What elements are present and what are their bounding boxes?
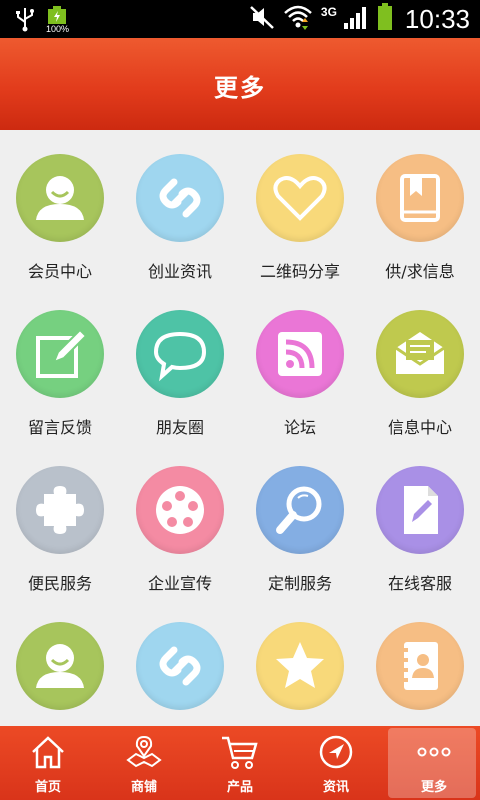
grid-item-convenience[interactable]: 便民服务 [0,442,120,598]
clock: 10:33 [404,3,470,34]
grid-item-forum[interactable]: 论坛 [240,286,360,442]
usb-icon [14,6,36,36]
map-pin-icon [124,734,164,770]
grid-item-moments[interactable]: 朋友圈 [120,286,240,442]
tab-label: 产品 [226,780,253,795]
grid-item-feedback[interactable]: 留言反馈 [0,286,120,442]
grid-item-online-support[interactable]: 在线客服 [360,442,480,598]
tab-label: 商铺 [130,780,157,795]
tab-label: 更多 [420,780,447,795]
grid-item-favorites[interactable] [240,598,360,726]
grid-item-contacts[interactable] [360,598,480,726]
grid-item-label: 朋友圈 [155,418,204,437]
tab-news[interactable]: 资讯 [288,726,384,800]
wifi-icon [283,4,313,34]
battery-icon: 100% [46,6,76,36]
link-icon [136,622,224,710]
grid-item-promotion[interactable]: 企业宣传 [120,442,240,598]
grid-item-link-2[interactable] [120,598,240,726]
feature-grid: 会员中心 创业资讯 二维码分享 供/求信息 留言反馈 朋友圈 论坛 信息中心 便… [0,130,480,726]
edit-icon [16,310,104,398]
grid-item-label: 创业资讯 [147,262,212,281]
grid-item-label: 信息中心 [387,418,452,437]
document-edit-icon [376,466,464,554]
tab-more[interactable]: 更多 [386,726,480,800]
grid-item-qr-share[interactable]: 二维码分享 [240,130,360,286]
heart-icon [256,154,344,242]
grid-item-member-center-2[interactable] [0,598,120,726]
book-icon [376,154,464,242]
tab-shops[interactable]: 商铺 [96,726,192,800]
user-icon [16,622,104,710]
contacts-book-icon [376,622,464,710]
film-reel-icon [136,466,224,554]
signal-icon [343,4,369,34]
star-icon [256,622,344,710]
grid-item-supply-demand[interactable]: 供/求信息 [360,130,480,286]
grid-item-info-center[interactable]: 信息中心 [360,286,480,442]
grid-item-label: 便民服务 [27,574,92,593]
tab-label: 首页 [34,780,61,795]
magnifier-icon [256,466,344,554]
envelope-icon [376,310,464,398]
grid-item-custom-service[interactable]: 定制服务 [240,442,360,598]
grid-item-label: 会员中心 [27,262,92,281]
grid-item-label: 供/求信息 [385,262,455,281]
puzzle-icon [16,466,104,554]
mute-icon [249,4,275,34]
home-icon [30,734,66,770]
compass-icon [318,734,354,770]
more-dots-icon [414,734,454,770]
rss-icon [256,310,344,398]
grid-item-label: 论坛 [283,418,316,437]
status-bar: 100% 3G 10:33 [0,0,480,38]
battery-status-icon [377,3,393,35]
network-type: 3G [320,5,337,19]
tab-label: 资讯 [322,780,349,795]
chat-bubble-icon [136,310,224,398]
battery-percent: 100% [46,24,70,34]
grid-item-label: 留言反馈 [27,418,92,437]
title-bar: 更多 [0,38,480,130]
link-icon [136,154,224,242]
bottom-tab-bar: 首页 商铺 产品 资讯 更多 [0,726,480,800]
grid-item-label: 企业宣传 [147,574,212,593]
grid-item-label: 定制服务 [267,574,332,593]
cart-icon [220,734,260,770]
grid-item-member-center[interactable]: 会员中心 [0,130,120,286]
grid-item-label: 在线客服 [387,574,452,593]
tab-home[interactable]: 首页 [0,726,96,800]
grid-item-startup-news[interactable]: 创业资讯 [120,130,240,286]
tab-products[interactable]: 产品 [192,726,288,800]
grid-item-label: 二维码分享 [259,262,340,281]
page-title: 更多 [214,73,266,102]
user-icon [16,154,104,242]
